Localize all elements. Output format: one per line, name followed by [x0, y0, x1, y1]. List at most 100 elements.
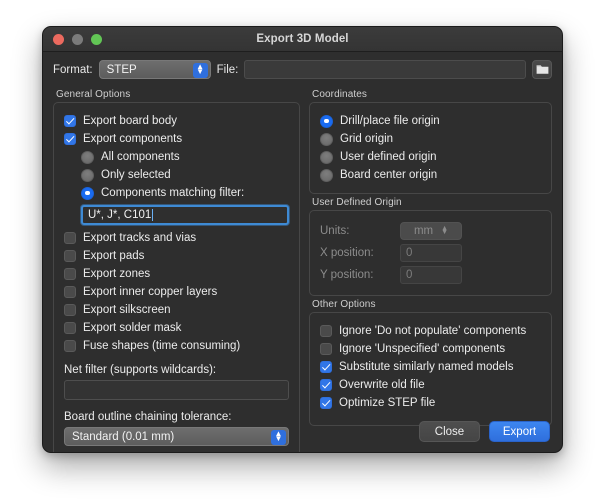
component-filter-input[interactable]: U*, J*, C101 [81, 205, 289, 225]
radio-label: All components [101, 151, 180, 163]
checkbox-label: Ignore 'Do not populate' components [339, 325, 527, 337]
checkbox-label: Optimize STEP file [339, 397, 436, 409]
units-row: Units: mm ▲ ▼ [320, 220, 541, 242]
tolerance-select[interactable]: Standard (0.01 mm) ▲ ▼ [64, 427, 289, 446]
checkbox-icon [64, 304, 76, 316]
file-label: File: [216, 63, 239, 76]
checkbox-label: Overwrite old file [339, 379, 425, 391]
checkbox-icon [320, 379, 332, 391]
x-position-value: 0 [406, 247, 413, 259]
checkbox-label: Substitute similarly named models [339, 361, 514, 373]
net-filter-input[interactable] [64, 380, 289, 400]
coordinates-title: Coordinates [312, 89, 368, 100]
general-options-title: General Options [56, 89, 131, 100]
radio-icon [81, 168, 94, 182]
text-caret [152, 209, 154, 221]
checkbox-substitute-similarly-named-models[interactable]: Substitute similarly named models [320, 358, 541, 376]
checkbox-ignore-dnp-components[interactable]: Ignore 'Do not populate' components [320, 322, 541, 340]
y-position-input[interactable]: 0 [400, 266, 462, 284]
checkbox-icon [64, 268, 76, 280]
radio-icon [320, 114, 333, 128]
checkbox-export-solder-mask[interactable]: Export solder mask [64, 319, 289, 337]
chevron-updown-icon: ▲ ▼ [192, 62, 208, 78]
checkbox-ignore-unspecified-components[interactable]: Ignore 'Unspecified' components [320, 340, 541, 358]
zoom-window-icon[interactable] [91, 33, 102, 45]
checkbox-icon [320, 343, 332, 355]
screen: Export 3D Model Format: STEP ▲ ▼ File: G… [0, 0, 602, 500]
checkbox-icon [320, 361, 332, 373]
radio-icon [81, 186, 94, 200]
checkbox-label: Export zones [83, 268, 151, 280]
checkbox-icon [64, 250, 76, 262]
y-position-value: 0 [406, 269, 413, 281]
radio-label: Board center origin [340, 169, 438, 181]
general-options-column: General Options Export board body Export… [53, 86, 300, 452]
checkbox-fuse-shapes[interactable]: Fuse shapes (time consuming) [64, 337, 289, 355]
checkbox-label: Export solder mask [83, 322, 182, 334]
units-select[interactable]: mm ▲ ▼ [400, 222, 462, 240]
checkbox-label: Ignore 'Unspecified' components [339, 343, 506, 355]
radio-drill-place-file-origin[interactable]: Drill/place file origin [320, 112, 541, 130]
radio-components-matching-filter[interactable]: Components matching filter: [64, 184, 289, 202]
checkbox-label: Export tracks and vias [83, 232, 197, 244]
checkbox-export-zones[interactable]: Export zones [64, 265, 289, 283]
radio-user-defined-origin[interactable]: User defined origin [320, 148, 541, 166]
radio-only-selected[interactable]: Only selected [64, 166, 289, 184]
radio-icon [320, 150, 333, 164]
checkbox-icon [64, 322, 76, 334]
coordinates-group: Drill/place file origin Grid origin User… [309, 102, 552, 194]
checkbox-icon [320, 397, 332, 409]
format-label: Format: [53, 63, 93, 76]
tolerance-select-value: Standard (0.01 mm) [72, 430, 175, 443]
format-select[interactable]: STEP ▲ ▼ [98, 60, 211, 79]
close-button[interactable]: Close [419, 421, 480, 442]
checkbox-icon [64, 232, 76, 244]
radio-icon [320, 132, 333, 146]
tolerance-label: Board outline chaining tolerance: [64, 411, 232, 423]
chevron-updown-icon: ▲ ▼ [271, 429, 286, 445]
checkbox-optimize-step-file[interactable]: Optimize STEP file [320, 394, 541, 412]
checkbox-label: Export pads [83, 250, 145, 262]
export-button[interactable]: Export [489, 421, 550, 442]
component-filter-value: U*, J*, C101 [88, 209, 152, 221]
export-3d-model-dialog: Export 3D Model Format: STEP ▲ ▼ File: G… [42, 26, 563, 453]
right-options-column: Coordinates Drill/place file origin Grid… [309, 86, 552, 452]
user-defined-origin-group: Units: mm ▲ ▼ X position: 0 Y position: … [309, 210, 552, 296]
radio-icon [81, 150, 94, 164]
radio-board-center-origin[interactable]: Board center origin [320, 166, 541, 184]
x-position-input[interactable]: 0 [400, 244, 462, 262]
checkbox-export-inner-copper-layers[interactable]: Export inner copper layers [64, 283, 289, 301]
dialog-body: Format: STEP ▲ ▼ File: General Options E… [43, 52, 562, 452]
net-filter-label: Net filter (supports wildcards): [64, 364, 217, 376]
chevron-updown-icon: ▲ ▼ [441, 224, 449, 236]
checkbox-label: Export components [83, 133, 183, 145]
checkbox-export-tracks-and-vias[interactable]: Export tracks and vias [64, 229, 289, 247]
general-options-group: Export board body Export components All … [53, 102, 300, 452]
y-position-label: Y position: [320, 269, 374, 281]
window-titlebar: Export 3D Model [43, 27, 562, 52]
checkbox-label: Export inner copper layers [83, 286, 218, 298]
close-window-icon[interactable] [53, 33, 64, 45]
checkbox-overwrite-old-file[interactable]: Overwrite old file [320, 376, 541, 394]
checkbox-export-pads[interactable]: Export pads [64, 247, 289, 265]
radio-label: Grid origin [340, 133, 394, 145]
user-defined-origin-title: User Defined Origin [312, 197, 402, 208]
options-columns: General Options Export board body Export… [53, 86, 552, 452]
checkbox-icon [64, 286, 76, 298]
radio-label: User defined origin [340, 151, 437, 163]
file-path-input[interactable] [244, 60, 526, 79]
radio-grid-origin[interactable]: Grid origin [320, 130, 541, 148]
radio-all-components[interactable]: All components [64, 148, 289, 166]
checkbox-export-board-body[interactable]: Export board body [64, 112, 289, 130]
checkbox-icon [320, 325, 332, 337]
minimize-window-icon[interactable] [72, 33, 83, 45]
other-options-group: Ignore 'Do not populate' components Igno… [309, 312, 552, 426]
checkbox-icon [64, 340, 76, 352]
radio-label: Drill/place file origin [340, 115, 440, 127]
checkbox-export-components[interactable]: Export components [64, 130, 289, 148]
browse-file-button[interactable] [532, 60, 552, 79]
checkbox-export-silkscreen[interactable]: Export silkscreen [64, 301, 289, 319]
format-file-row: Format: STEP ▲ ▼ File: [53, 60, 552, 79]
window-title: Export 3D Model [256, 33, 349, 45]
